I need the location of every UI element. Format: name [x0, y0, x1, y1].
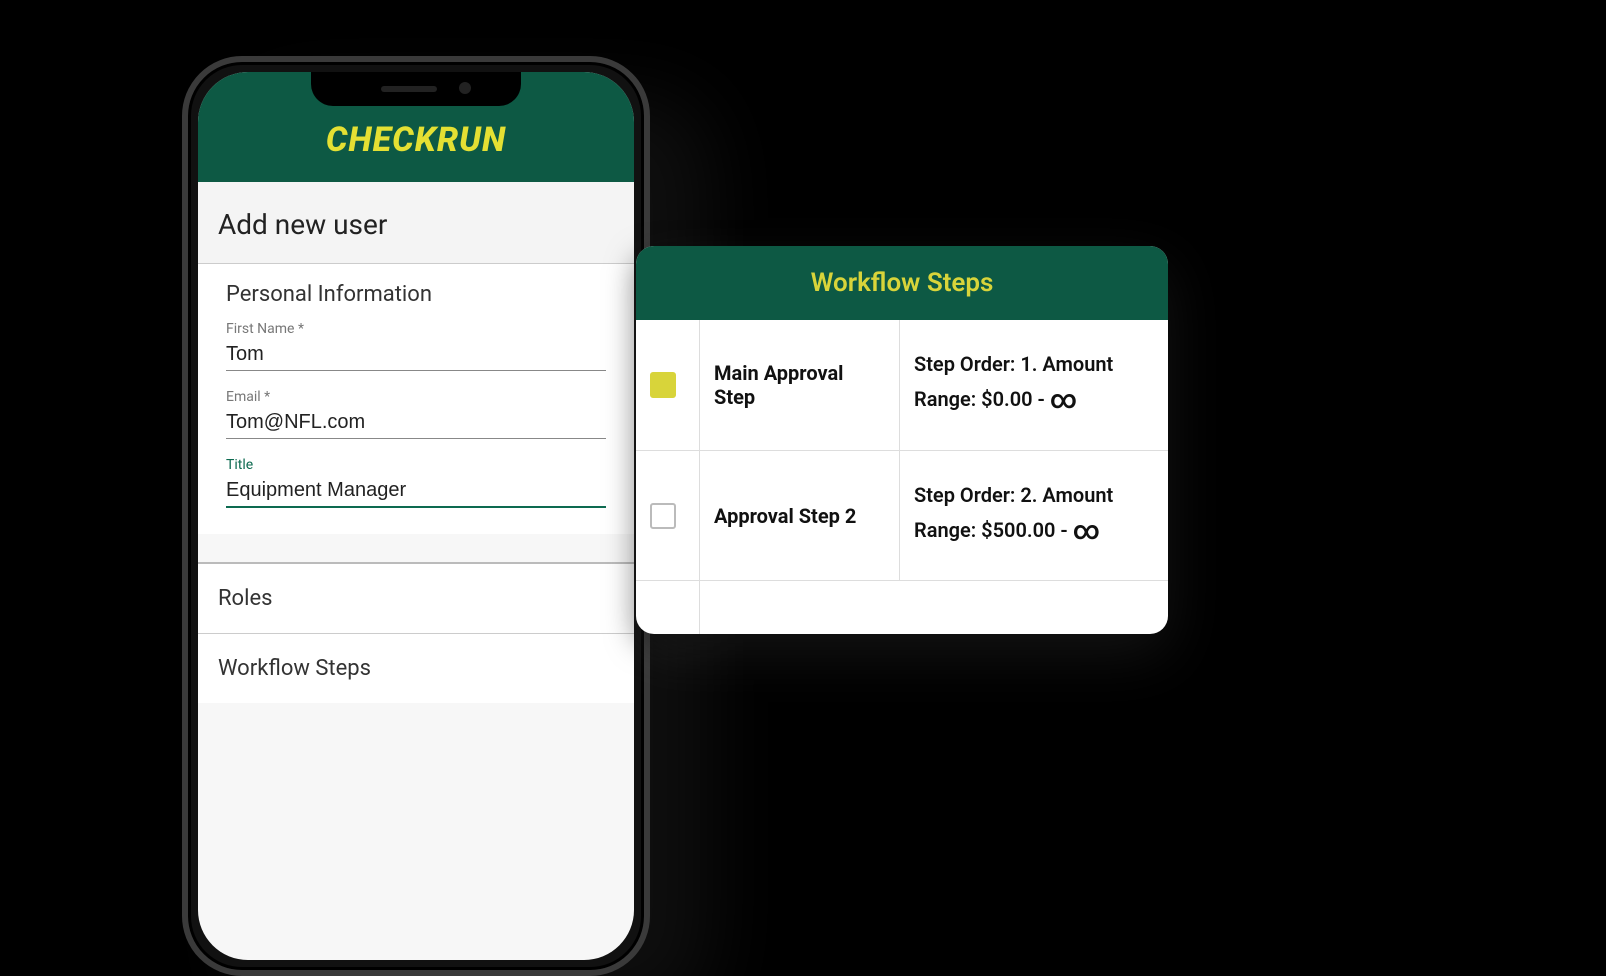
workflow-step-name-cell: Approval Step 2	[700, 451, 900, 580]
workflow-step-name: Approval Step 2	[714, 504, 856, 528]
title-label: Title	[226, 457, 606, 473]
workflow-step-name-cell: Main Approval Step	[700, 320, 900, 450]
phone-frame: CHECKRUN Add new user Personal Informati…	[182, 56, 650, 976]
infinity-icon: ∞	[1073, 516, 1100, 546]
email-field-wrap: Email *	[226, 389, 606, 439]
collapsible-sections: Roles Workflow Steps	[198, 562, 634, 703]
workflow-step-checkbox-cell	[636, 451, 700, 580]
workflow-step-row: Main Approval Step Step Order: 1. Amount…	[636, 320, 1168, 450]
personal-info-section: Personal Information First Name * Email …	[198, 264, 634, 534]
workflow-card-footer	[636, 580, 1168, 634]
phone-notch	[311, 72, 521, 106]
roles-row[interactable]: Roles	[198, 564, 634, 633]
workflow-step-checkbox[interactable]	[650, 372, 676, 398]
workflow-step-name: Main Approval Step	[714, 361, 885, 409]
workflow-steps-row[interactable]: Workflow Steps	[198, 633, 634, 703]
workflow-step-row: Approval Step 2 Step Order: 2. Amount Ra…	[636, 450, 1168, 580]
first-name-label: First Name *	[226, 321, 606, 337]
workflow-step-meta: Step Order: 2. Amount Range: $500.00 - ∞	[914, 480, 1154, 551]
infinity-icon: ∞	[1050, 385, 1077, 415]
workflow-step-meta-cell: Step Order: 1. Amount Range: $0.00 - ∞	[900, 320, 1168, 450]
workflow-step-checkbox-cell	[636, 320, 700, 450]
brand-logo: CHECKRUN	[326, 120, 506, 160]
title-field-wrap: Title	[226, 457, 606, 508]
workflow-step-meta-cell: Step Order: 2. Amount Range: $500.00 - ∞	[900, 451, 1168, 580]
title-input[interactable]	[226, 473, 606, 508]
page-title: Add new user	[198, 182, 634, 264]
email-input[interactable]	[226, 405, 606, 439]
first-name-field-wrap: First Name *	[226, 321, 606, 371]
first-name-input[interactable]	[226, 337, 606, 371]
workflow-step-meta: Step Order: 1. Amount Range: $0.00 - ∞	[914, 349, 1154, 420]
email-label: Email *	[226, 389, 606, 405]
personal-info-heading: Personal Information	[226, 282, 606, 307]
phone-screen: CHECKRUN Add new user Personal Informati…	[198, 72, 634, 960]
workflow-card-title: Workflow Steps	[636, 246, 1168, 320]
workflow-card-body: Main Approval Step Step Order: 1. Amount…	[636, 320, 1168, 580]
workflow-step-checkbox[interactable]	[650, 503, 676, 529]
workflow-steps-card: Workflow Steps Main Approval Step Step O…	[636, 246, 1168, 634]
